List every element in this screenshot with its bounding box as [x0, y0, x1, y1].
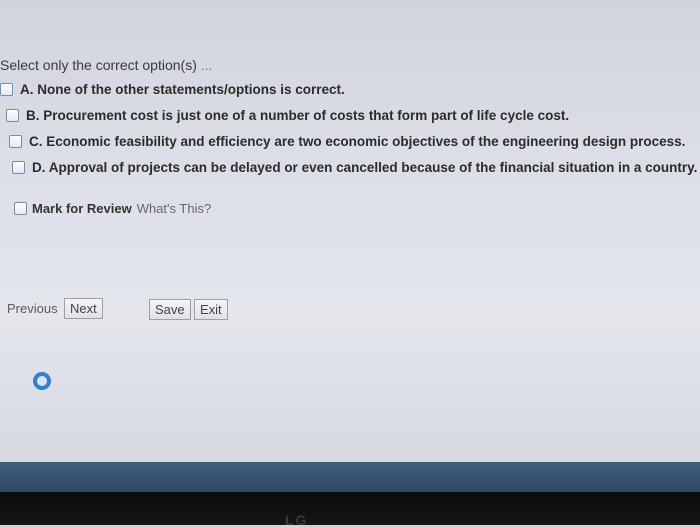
- option-a-label: A. None of the other statements/options …: [20, 82, 345, 97]
- instruction-ellipsis: ...: [200, 57, 213, 73]
- option-d-checkbox[interactable]: [12, 161, 25, 174]
- option-d[interactable]: D. Approval of projects can be delayed o…: [12, 160, 697, 175]
- option-b-label: B. Procurement cost is just one of a num…: [26, 108, 570, 123]
- whats-this-link[interactable]: What's This?: [137, 201, 212, 216]
- monitor-brand-logo: LG: [285, 512, 309, 528]
- option-d-label: D. Approval of projects can be delayed o…: [32, 160, 698, 175]
- taskbar: [0, 462, 700, 492]
- option-c-checkbox[interactable]: [9, 135, 22, 148]
- previous-button[interactable]: Previous: [2, 298, 63, 319]
- instruction-text: Select only the correct option(s) ...: [0, 57, 212, 73]
- next-button[interactable]: Next: [64, 298, 103, 319]
- option-b[interactable]: B. Procurement cost is just one of a num…: [6, 108, 569, 123]
- instruction-label: Select only the correct option(s): [0, 57, 197, 73]
- option-c[interactable]: C. Economic feasibility and efficiency a…: [9, 134, 685, 149]
- mark-for-review-checkbox[interactable]: [14, 202, 27, 215]
- option-a[interactable]: A. None of the other statements/options …: [0, 82, 345, 97]
- quiz-screen: Select only the correct option(s) ... A.…: [0, 0, 700, 462]
- option-c-label: C. Economic feasibility and efficiency a…: [29, 134, 686, 149]
- option-a-checkbox[interactable]: [0, 83, 13, 96]
- monitor-bezel: [0, 492, 700, 525]
- mark-for-review[interactable]: Mark for Review What's This?: [14, 201, 211, 216]
- option-b-checkbox[interactable]: [6, 109, 19, 122]
- mark-for-review-label: Mark for Review: [32, 201, 132, 216]
- save-button[interactable]: Save: [149, 299, 191, 320]
- exit-button[interactable]: Exit: [194, 299, 228, 320]
- loading-spinner-icon: [33, 372, 51, 390]
